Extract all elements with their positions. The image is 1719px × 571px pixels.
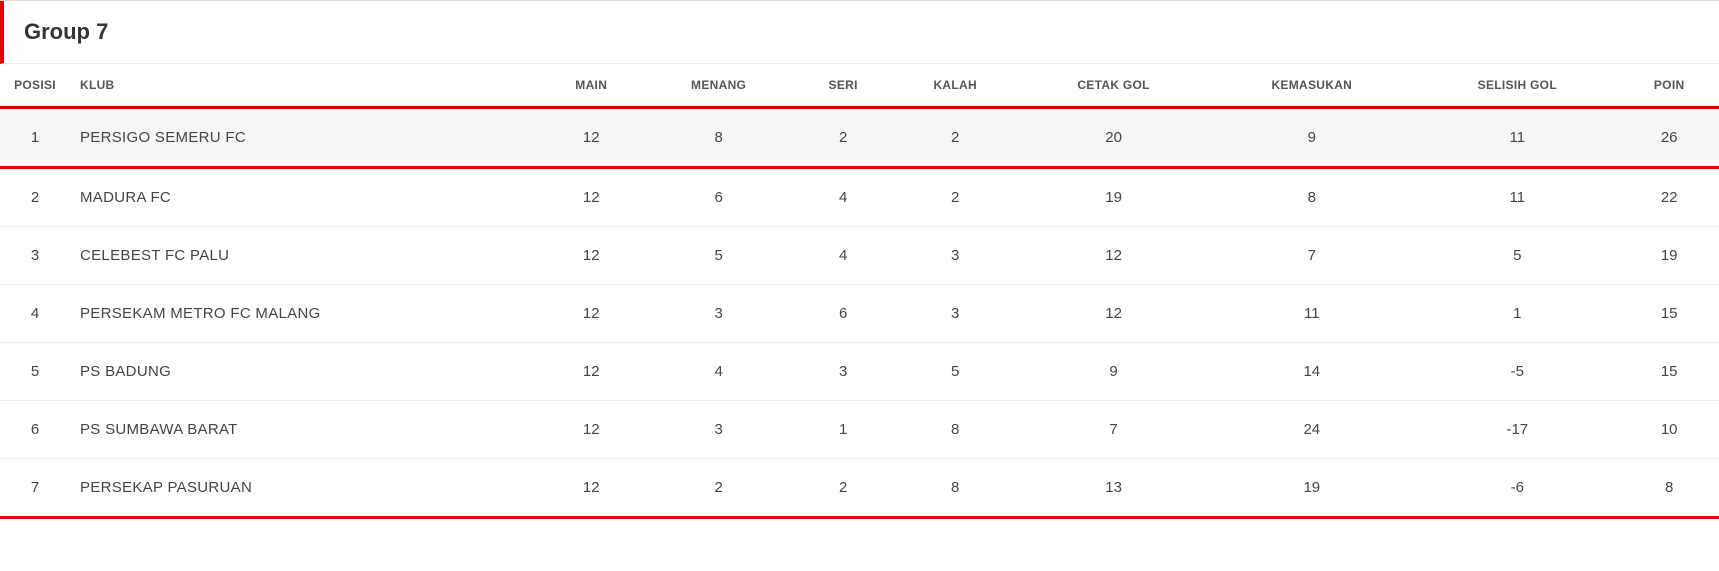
cell-poin: 19 [1619,227,1719,285]
cell-club: PS SUMBAWA BARAT [70,401,540,459]
col-header-selisih-gol: SELISIH GOL [1415,64,1619,108]
cell-kemasukan: 19 [1208,459,1415,517]
cell-seri: 2 [795,459,892,517]
cell-pos: 2 [0,168,70,227]
cell-main: 12 [540,401,642,459]
cell-menang: 2 [642,459,794,517]
cell-kalah: 5 [892,343,1019,401]
header-row: POSISI KLUB MAIN MENANG SERI KALAH CETAK… [0,64,1719,108]
cell-kemasukan: 7 [1208,227,1415,285]
col-header-kalah: KALAH [892,64,1019,108]
col-header-pos: POSISI [0,64,70,108]
cell-poin: 22 [1619,168,1719,227]
cell-menang: 4 [642,343,794,401]
cell-menang: 3 [642,285,794,343]
cell-poin: 26 [1619,108,1719,168]
cell-kalah: 3 [892,285,1019,343]
cell-kemasukan: 8 [1208,168,1415,227]
table-row: 5PS BADUNG12435914-515 [0,343,1719,401]
table-row: 6PS SUMBAWA BARAT12318724-1710 [0,401,1719,459]
cell-cetak-gol: 9 [1019,343,1208,401]
table-row: 7PERSEKAP PASURUAN122281319-68 [0,459,1719,517]
cell-club: PERSIGO SEMERU FC [70,108,540,168]
cell-selisih-gol: 11 [1415,108,1619,168]
cell-seri: 1 [795,401,892,459]
group-title: Group 7 [0,1,1719,64]
table-row: 2MADURA FC126421981122 [0,168,1719,227]
cell-poin: 8 [1619,459,1719,517]
cell-seri: 4 [795,227,892,285]
col-header-club: KLUB [70,64,540,108]
cell-kalah: 3 [892,227,1019,285]
cell-club: PERSEKAP PASURUAN [70,459,540,517]
cell-seri: 3 [795,343,892,401]
cell-seri: 4 [795,168,892,227]
cell-seri: 6 [795,285,892,343]
cell-kalah: 8 [892,401,1019,459]
cell-cetak-gol: 13 [1019,459,1208,517]
cell-pos: 3 [0,227,70,285]
standings-table: POSISI KLUB MAIN MENANG SERI KALAH CETAK… [0,64,1719,516]
cell-menang: 5 [642,227,794,285]
col-header-seri: SERI [795,64,892,108]
cell-poin: 15 [1619,343,1719,401]
cell-selisih-gol: -5 [1415,343,1619,401]
cell-cetak-gol: 20 [1019,108,1208,168]
cell-kalah: 2 [892,168,1019,227]
table-row: 4PERSEKAM METRO FC MALANG123631211115 [0,285,1719,343]
cell-selisih-gol: 11 [1415,168,1619,227]
cell-selisih-gol: -6 [1415,459,1619,517]
cell-club: CELEBEST FC PALU [70,227,540,285]
cell-pos: 7 [0,459,70,517]
cell-kemasukan: 11 [1208,285,1415,343]
col-header-menang: MENANG [642,64,794,108]
cell-cetak-gol: 12 [1019,285,1208,343]
cell-selisih-gol: 1 [1415,285,1619,343]
col-header-main: MAIN [540,64,642,108]
standings-table-container: Group 7 POSISI KLUB MAIN MENANG SERI KAL… [0,0,1719,519]
cell-cetak-gol: 12 [1019,227,1208,285]
cell-selisih-gol: -17 [1415,401,1619,459]
cell-cetak-gol: 7 [1019,401,1208,459]
cell-main: 12 [540,343,642,401]
cell-main: 12 [540,459,642,517]
cell-kemasukan: 14 [1208,343,1415,401]
cell-cetak-gol: 19 [1019,168,1208,227]
cell-pos: 6 [0,401,70,459]
cell-menang: 6 [642,168,794,227]
cell-selisih-gol: 5 [1415,227,1619,285]
cell-main: 12 [540,285,642,343]
cell-seri: 2 [795,108,892,168]
cell-pos: 4 [0,285,70,343]
table-row: 3CELEBEST FC PALU12543127519 [0,227,1719,285]
cell-main: 12 [540,108,642,168]
cell-kalah: 2 [892,108,1019,168]
cell-club: PERSEKAM METRO FC MALANG [70,285,540,343]
cell-main: 12 [540,168,642,227]
cell-kalah: 8 [892,459,1019,517]
cell-main: 12 [540,227,642,285]
col-header-kemasukan: KEMASUKAN [1208,64,1415,108]
cell-poin: 15 [1619,285,1719,343]
cell-club: PS BADUNG [70,343,540,401]
col-header-cetak-gol: CETAK GOL [1019,64,1208,108]
cell-menang: 3 [642,401,794,459]
col-header-poin: POIN [1619,64,1719,108]
cell-kemasukan: 24 [1208,401,1415,459]
table-row: 1PERSIGO SEMERU FC128222091126 [0,108,1719,168]
cell-menang: 8 [642,108,794,168]
cell-pos: 1 [0,108,70,168]
cell-kemasukan: 9 [1208,108,1415,168]
cell-pos: 5 [0,343,70,401]
cell-club: MADURA FC [70,168,540,227]
cell-poin: 10 [1619,401,1719,459]
